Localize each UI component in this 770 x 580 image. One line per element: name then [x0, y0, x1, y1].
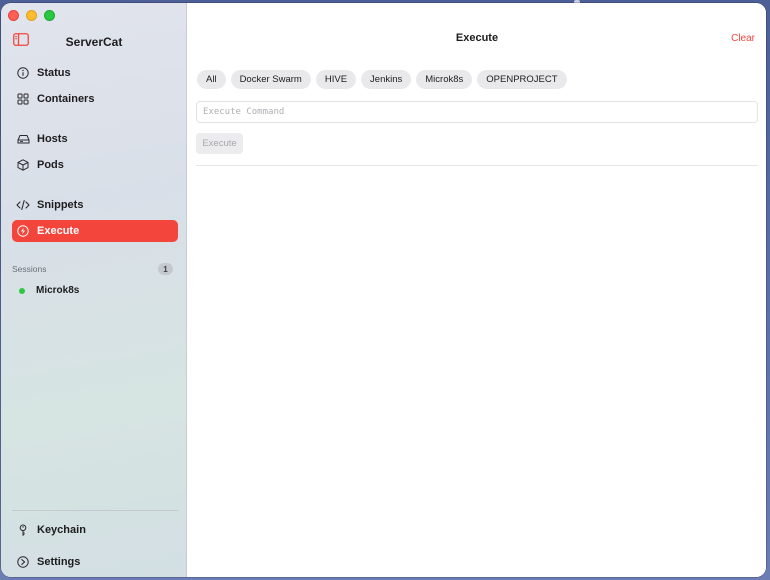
app-title: ServerCat — [65, 35, 123, 49]
sidebar: ServerCat Status Containers Hosts Pods S… — [1, 3, 187, 577]
main-panel: Execute Clear All Docker Swarm HIVE Jenk… — [188, 3, 766, 577]
sessions-section-label: Sessions — [12, 264, 47, 274]
content-divider — [196, 165, 758, 166]
filter-chip-jenkins[interactable]: Jenkins — [361, 70, 412, 89]
execute-command-input[interactable] — [196, 101, 758, 123]
session-status-dot — [19, 287, 25, 294]
sidebar-item-execute[interactable]: Execute — [12, 220, 178, 242]
clear-button[interactable]: Clear — [731, 33, 755, 44]
app-window: ServerCat Status Containers Hosts Pods S… — [1, 3, 766, 577]
sidebar-item-settings[interactable]: Settings — [12, 551, 178, 573]
sidebar-item-label: Execute — [37, 225, 80, 237]
sidebar-item-label: Containers — [37, 93, 95, 105]
sidebar-item-keychain[interactable]: Keychain — [12, 519, 178, 541]
filter-chip-all[interactable]: All — [197, 70, 226, 89]
key-icon — [16, 523, 30, 537]
sidebar-item-label: Snippets — [37, 199, 84, 211]
filter-chip-microk8s[interactable]: Microk8s — [416, 70, 473, 89]
host-filter-chips: All Docker Swarm HIVE Jenkins Microk8s O… — [197, 70, 567, 89]
cube-icon — [16, 158, 30, 172]
minimize-window-button[interactable] — [26, 10, 37, 21]
filter-chip-openproject[interactable]: OPENPROJECT — [477, 70, 567, 89]
sidebar-item-pods[interactable]: Pods — [12, 154, 178, 176]
bolt-icon — [16, 224, 30, 238]
session-item-microk8s[interactable]: Microk8s — [19, 285, 79, 296]
page-title: Execute — [455, 32, 499, 44]
sidebar-item-hosts[interactable]: Hosts — [12, 128, 178, 150]
filter-chip-hive[interactable]: HIVE — [315, 70, 357, 89]
sidebar-item-label: Settings — [37, 556, 81, 568]
sessions-count-badge: 1 — [158, 263, 173, 275]
sidebar-item-snippets[interactable]: Snippets — [12, 194, 178, 216]
sidebar-item-containers[interactable]: Containers — [12, 88, 178, 110]
window-controls — [8, 10, 55, 21]
grid-icon — [16, 92, 30, 106]
filter-chip-docker-swarm[interactable]: Docker Swarm — [230, 70, 311, 89]
sidebar-divider — [12, 510, 178, 511]
code-icon — [16, 198, 30, 212]
sidebar-item-label: Keychain — [37, 524, 86, 536]
sidebar-item-label: Hosts — [37, 133, 68, 145]
drive-icon — [16, 132, 30, 146]
zoom-window-button[interactable] — [44, 10, 55, 21]
sidebar-item-label: Pods — [37, 159, 64, 171]
close-window-button[interactable] — [8, 10, 19, 21]
sidebar-item-label: Status — [37, 67, 71, 79]
session-label: Microk8s — [36, 285, 80, 296]
sidebar-item-status[interactable]: Status — [12, 62, 178, 84]
settings-icon — [16, 555, 30, 569]
info-circle-icon — [16, 66, 30, 80]
execute-button[interactable]: Execute — [196, 133, 243, 154]
